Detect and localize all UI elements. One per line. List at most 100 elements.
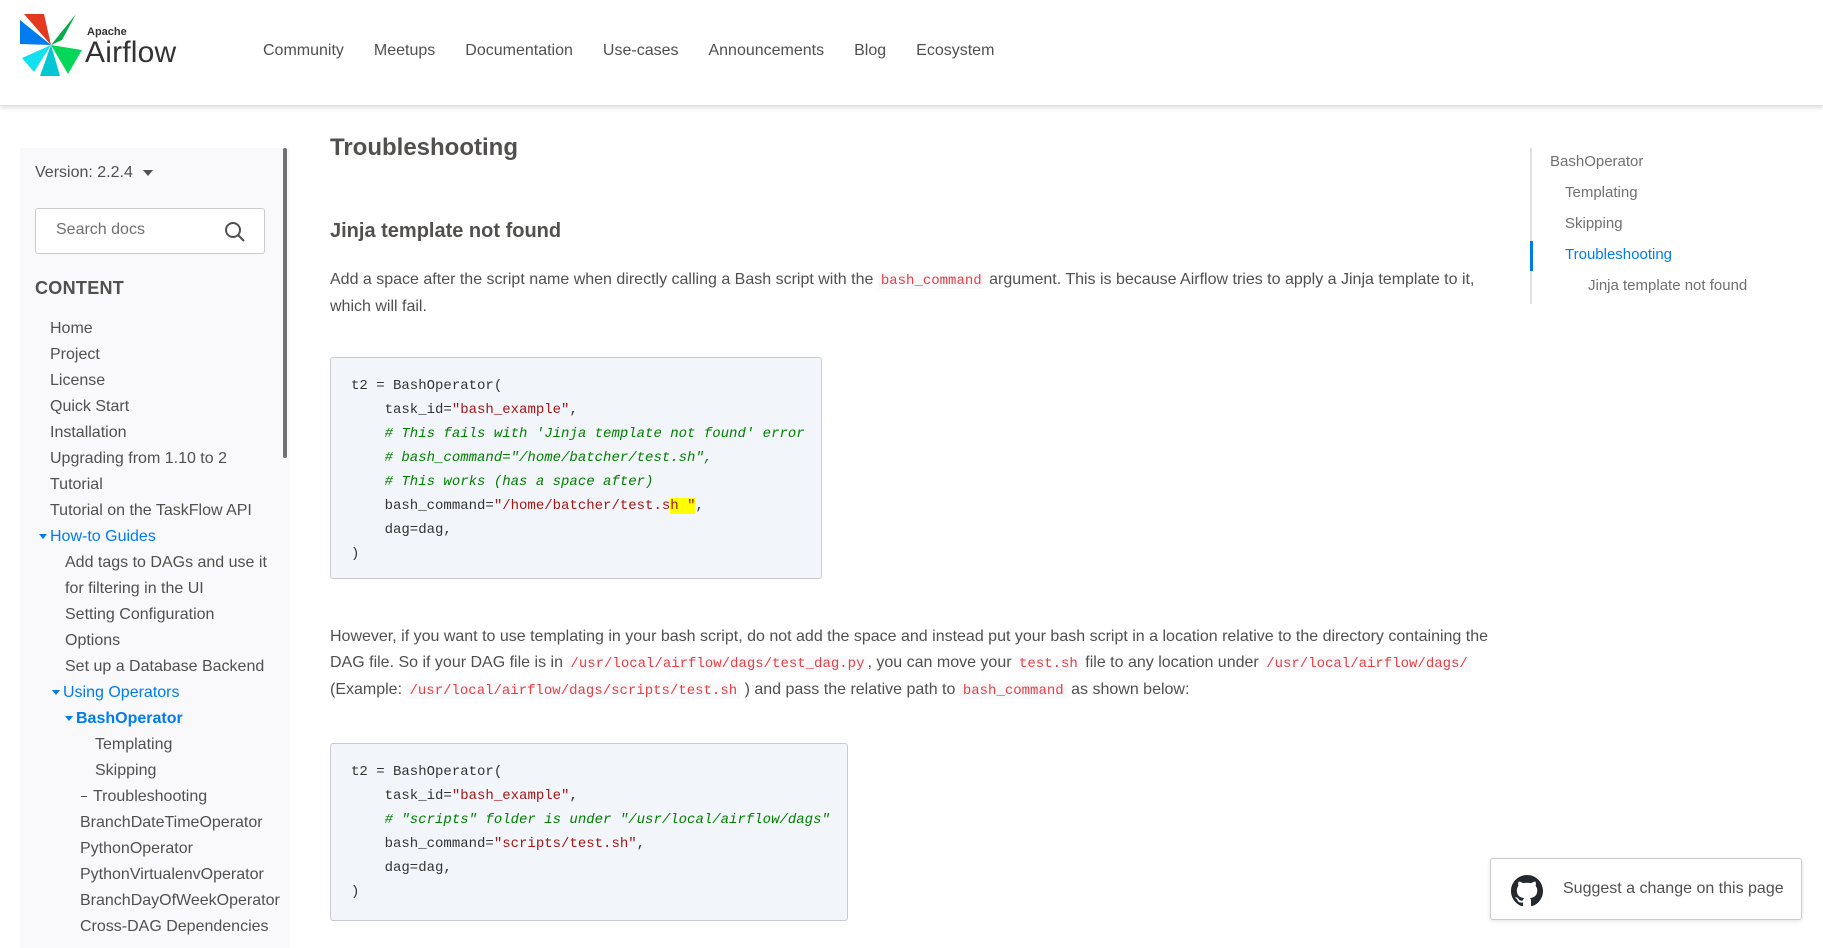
- logo-name-text: Airflow: [85, 36, 177, 69]
- page-title: Troubleshooting: [330, 134, 518, 161]
- inline-code: bash_command: [959, 683, 1067, 699]
- sidebar-item-label: How-to Guides: [50, 528, 156, 545]
- suggest-change-button[interactable]: Suggest a change on this page: [1490, 858, 1802, 920]
- inline-code: /usr/local/airflow/dags/: [1263, 656, 1471, 672]
- sidebar-item-add-tags-cont[interactable]: for filtering in the UI: [35, 576, 295, 602]
- page-toc-troubleshooting[interactable]: Troubleshooting: [1565, 246, 1672, 263]
- code-text: ,: [569, 402, 578, 418]
- nav-announcements[interactable]: Announcements: [708, 42, 824, 60]
- code-block[interactable]: t2 = BashOperator( task_id="bash_example…: [330, 357, 822, 579]
- code-text: ,: [569, 788, 578, 804]
- page-toc-bashoperator[interactable]: BashOperator: [1550, 153, 1643, 170]
- sidebar-scrollbar[interactable]: [283, 148, 287, 458]
- para-text: DAG file. So if your DAG file is in: [330, 654, 563, 671]
- active-indicator: [1530, 241, 1533, 271]
- sidebar-item-cross-dag[interactable]: Cross-DAG Dependencies: [35, 914, 295, 940]
- code-line: t2 = BashOperator(: [351, 764, 503, 780]
- page-toc-jinja-template[interactable]: Jinja template not found: [1588, 277, 1747, 294]
- sidebar-item-project[interactable]: Project: [35, 342, 295, 368]
- sidebar-item-branch-datetime[interactable]: BranchDateTimeOperator: [35, 810, 295, 836]
- sidebar-item-python-virtualenv[interactable]: PythonVirtualenvOperator: [35, 862, 295, 888]
- nav-blog[interactable]: Blog: [854, 42, 886, 60]
- airflow-pinwheel-icon: [20, 14, 82, 76]
- code-block[interactable]: t2 = BashOperator( task_id="bash_example…: [330, 743, 848, 921]
- code-text: bash_command=: [351, 498, 494, 514]
- nav-documentation[interactable]: Documentation: [465, 42, 573, 60]
- version-selector[interactable]: Version: 2.2.4: [35, 164, 153, 182]
- caret-down-icon: [142, 170, 153, 176]
- inline-code: test.sh: [1016, 656, 1081, 672]
- nav-use-cases[interactable]: Use-cases: [603, 42, 679, 60]
- code-line: dag=dag,: [351, 522, 452, 538]
- sidebar-item-using-operators[interactable]: Using Operators: [35, 680, 295, 706]
- top-header: Apache Airflow Community Meetups Documen…: [0, 0, 1823, 106]
- page-toc-templating[interactable]: Templating: [1565, 184, 1638, 201]
- para-text: ) and pass the relative path to: [744, 681, 956, 698]
- sidebar-item-templating[interactable]: Templating: [35, 732, 295, 758]
- sidebar-item-bashoperator[interactable]: BashOperator: [35, 706, 295, 732]
- sidebar-item-database-backend[interactable]: Set up a Database Backend: [35, 654, 295, 680]
- code-comment: # bash_command="/home/batcher/test.sh",: [351, 450, 713, 466]
- page-toc-skipping[interactable]: Skipping: [1565, 215, 1623, 232]
- sidebar-item-quick-start[interactable]: Quick Start: [35, 394, 295, 420]
- expand-triangle-icon: [65, 716, 73, 722]
- code-string: "bash_example": [451, 788, 570, 804]
- suggest-change-label: Suggest a change on this page: [1563, 880, 1784, 897]
- code-text: ,: [695, 498, 704, 514]
- nav-community[interactable]: Community: [263, 42, 344, 60]
- section-title: Jinja template not found: [330, 220, 562, 242]
- code-text: bash_command=: [351, 836, 494, 852]
- sidebar-item-add-tags[interactable]: Add tags to DAGs and use it: [35, 550, 295, 576]
- sidebar-item-setting-config[interactable]: Setting Configuration: [35, 602, 295, 628]
- para-text: Add a space after the script name when d…: [330, 271, 874, 288]
- sidebar-item-installation[interactable]: Installation: [35, 420, 295, 446]
- sidebar-item-upgrading[interactable]: Upgrading from 1.10 to 2: [35, 446, 295, 472]
- sidebar-item-tutorial[interactable]: Tutorial: [35, 472, 295, 498]
- para-text: argument. This is because Airflow tries …: [989, 271, 1475, 288]
- code-text: task_id=: [351, 788, 452, 804]
- code-line: ): [351, 884, 360, 900]
- search-box[interactable]: [35, 208, 265, 254]
- code-comment: # This fails with 'Jinja template not fo…: [351, 426, 805, 442]
- para-text: which will fail.: [330, 298, 427, 315]
- code-text: task_id=: [351, 402, 452, 418]
- sidebar-toc: Home Project License Quick Start Install…: [35, 316, 295, 940]
- para-text: file to any location under: [1085, 654, 1259, 671]
- inline-code: /usr/local/airflow/dags/scripts/test.sh: [406, 683, 741, 699]
- version-label: Version: 2.2.4: [35, 164, 133, 181]
- nav-ecosystem[interactable]: Ecosystem: [916, 42, 994, 60]
- sidebar-item-taskflow-tutorial[interactable]: Tutorial on the TaskFlow API: [35, 498, 295, 524]
- sidebar-item-branch-dayofweek[interactable]: BranchDayOfWeekOperator: [35, 888, 295, 914]
- inline-code: bash_command: [877, 273, 985, 289]
- code-string: "scripts/test.sh": [493, 836, 637, 852]
- code-text: ,: [636, 836, 646, 852]
- code-line: dag=dag,: [351, 860, 452, 876]
- nav-meetups[interactable]: Meetups: [374, 42, 435, 60]
- highlighted-code: h ": [670, 498, 696, 514]
- paragraph-templating: However, if you want to use templating i…: [330, 624, 1490, 704]
- code-line: t2 = BashOperator(: [351, 378, 503, 394]
- sidebar-item-how-to-guides[interactable]: How-to Guides: [35, 524, 295, 550]
- code-comment: # This works (has a space after): [351, 474, 654, 490]
- main-nav: Community Meetups Documentation Use-case…: [263, 42, 1024, 60]
- sidebar-item-home[interactable]: Home: [35, 316, 295, 342]
- search-icon[interactable]: [224, 221, 246, 243]
- search-input[interactable]: [56, 221, 216, 239]
- docs-sidebar: Version: 2.2.4 CONTENT Home Project Lice…: [20, 148, 290, 948]
- sidebar-item-setting-config-cont[interactable]: Options: [35, 628, 295, 654]
- sidebar-item-pythonoperator[interactable]: PythonOperator: [35, 836, 295, 862]
- code-string: "bash_example": [451, 402, 570, 418]
- expand-triangle-icon: [39, 534, 47, 540]
- inline-code: /usr/local/airflow/dags/test_dag.py: [567, 656, 868, 672]
- github-icon: [1511, 875, 1543, 907]
- sidebar-item-skipping[interactable]: Skipping: [35, 758, 295, 784]
- sidebar-item-troubleshooting[interactable]: Troubleshooting: [35, 784, 295, 810]
- expand-triangle-icon: [52, 690, 60, 696]
- airflow-logo[interactable]: Apache Airflow: [20, 14, 180, 76]
- para-text: (Example:: [330, 681, 403, 698]
- para-text: as shown below:: [1071, 681, 1190, 698]
- code-comment: # "scripts" folder is under "/usr/local/…: [351, 812, 830, 828]
- para-text: However, if you want to use templating i…: [330, 628, 1489, 645]
- sidebar-item-license[interactable]: License: [35, 368, 295, 394]
- code-line: ): [351, 546, 360, 562]
